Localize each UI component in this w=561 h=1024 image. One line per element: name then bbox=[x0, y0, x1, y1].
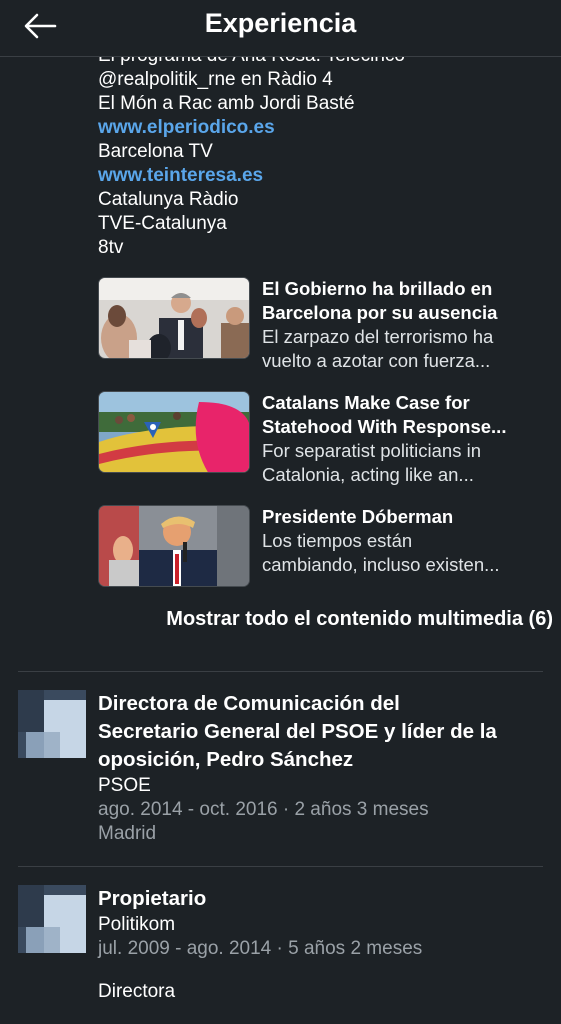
media-title: Barcelona por su ausencia bbox=[262, 302, 498, 323]
section-divider bbox=[18, 866, 543, 867]
company-logo-placeholder-icon bbox=[18, 885, 86, 953]
position-title: Directora de Comunicación del bbox=[98, 692, 400, 715]
media-card[interactable]: El Gobierno ha brillado en Barcelona por… bbox=[98, 277, 548, 371]
media-text: Presidente Dóberman Los tiempos están ca… bbox=[262, 505, 548, 587]
description-line: Barcelona TV bbox=[98, 141, 213, 162]
top-app-bar: Experiencia bbox=[0, 0, 561, 57]
company-name: PSOE bbox=[98, 775, 151, 796]
description-line: Catalunya Ràdio bbox=[98, 189, 239, 210]
media-text: Catalans Make Case for Statehood With Re… bbox=[262, 391, 548, 485]
website-link-teinteresa[interactable]: www.teinteresa.es bbox=[98, 164, 405, 188]
description-line: TVE-Catalunya bbox=[98, 213, 227, 234]
website-link-elperiodico[interactable]: www.elperiodico.es bbox=[98, 116, 405, 140]
date-range: jul. 2009 - ago. 2014 · 5 años 2 meses bbox=[98, 938, 423, 959]
position-title: oposición, Pedro Sánchez bbox=[98, 748, 354, 771]
position-title: Secretario General del PSOE y líder de l… bbox=[98, 720, 497, 743]
media-thumbnail bbox=[98, 391, 250, 473]
media-title: Presidente Dóberman bbox=[262, 506, 454, 527]
media-thumbnail bbox=[98, 277, 250, 359]
experience-item[interactable]: Directora de Comunicación del Secretario… bbox=[18, 690, 548, 850]
experience-details: Propietario Politikom jul. 2009 - ago. 2… bbox=[98, 885, 548, 1004]
location: Madrid bbox=[98, 823, 157, 844]
media-title: Statehood With Response... bbox=[262, 416, 507, 437]
page-title: Experiencia bbox=[204, 8, 357, 38]
media-thumbnail bbox=[98, 505, 250, 587]
experience-item[interactable]: Propietario Politikom jul. 2009 - ago. 2… bbox=[18, 885, 548, 1015]
media-description: vuelto a azotar con fuerza... bbox=[262, 350, 491, 371]
date-range: ago. 2014 - oct. 2016 · 2 años 3 meses bbox=[98, 799, 429, 820]
media-description: Catalonia, acting like an... bbox=[262, 464, 474, 485]
media-card[interactable]: Catalans Make Case for Statehood With Re… bbox=[98, 391, 548, 485]
media-title: El Gobierno ha brillado en bbox=[262, 278, 493, 299]
media-description: El zarpazo del terrorismo ha bbox=[262, 326, 494, 347]
company-name: Politikom bbox=[98, 914, 176, 935]
description-list: El programa de Ana Rosa. Telecinco @real… bbox=[98, 44, 405, 260]
experience-details: Directora de Comunicación del Secretario… bbox=[98, 690, 548, 846]
media-card[interactable]: Presidente Dóberman Los tiempos están ca… bbox=[98, 505, 548, 587]
show-all-media-button[interactable]: Mostrar todo el contenido multimedia (6) bbox=[0, 606, 561, 632]
company-logo-placeholder-icon bbox=[18, 690, 86, 758]
section-divider bbox=[18, 671, 543, 672]
description-line: El Món a Rac amb Jordi Basté bbox=[98, 93, 355, 114]
description-line: @realpolitik_rne en Ràdio 4 bbox=[98, 69, 333, 90]
position-description: Directora bbox=[98, 981, 176, 1002]
media-title: Catalans Make Case for bbox=[262, 392, 470, 413]
description-line: 8tv bbox=[98, 237, 124, 258]
media-description: For separatist politicians in bbox=[262, 440, 482, 461]
media-description: cambiando, incluso existen... bbox=[262, 554, 500, 575]
media-text: El Gobierno ha brillado en Barcelona por… bbox=[262, 277, 548, 371]
media-description: Los tiempos están bbox=[262, 530, 413, 551]
position-title: Propietario bbox=[98, 887, 207, 910]
